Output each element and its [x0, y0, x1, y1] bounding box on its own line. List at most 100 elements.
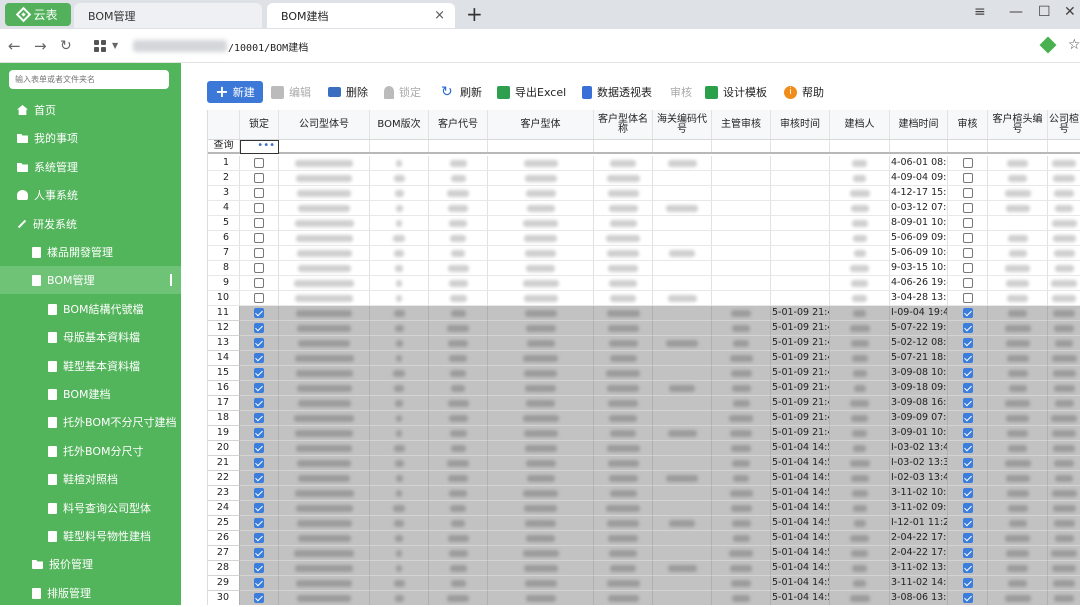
table-cell[interactable] — [1048, 171, 1080, 186]
table-cell[interactable] — [988, 561, 1048, 576]
audit-time-cell[interactable]: 5-01-04 14:5 — [771, 591, 830, 605]
table-cell[interactable] — [488, 576, 594, 591]
table-cell[interactable] — [240, 351, 279, 366]
created-time-cell[interactable]: 8-09-01 10:08 — [890, 216, 948, 231]
audit-time-cell[interactable]: 5-01-04 14:5 — [771, 471, 830, 486]
table-cell[interactable] — [653, 591, 712, 605]
table-cell[interactable] — [988, 321, 1048, 336]
audit-checkbox[interactable] — [962, 368, 973, 378]
table-cell[interactable] — [488, 426, 594, 441]
created-time-cell[interactable]: 4-09-04 09:28 — [890, 171, 948, 186]
close-window-icon[interactable]: ✕ — [1064, 4, 1076, 20]
table-cell[interactable] — [1048, 471, 1080, 486]
table-cell[interactable] — [240, 186, 279, 201]
table-row[interactable]: 17 5-01-09 21:4 3-09-08 16:5 — [208, 396, 1080, 411]
table-cell[interactable] — [830, 366, 890, 381]
table-cell[interactable] — [712, 411, 771, 426]
table-cell[interactable] — [988, 396, 1048, 411]
audit-checkbox[interactable] — [962, 443, 973, 453]
column-header[interactable]: 建档人 — [830, 110, 890, 139]
maximize-icon[interactable]: ☐ — [1038, 4, 1051, 20]
table-cell[interactable] — [948, 186, 988, 201]
table-cell[interactable] — [1048, 321, 1080, 336]
table-cell[interactable] — [488, 321, 594, 336]
table-cell[interactable] — [830, 486, 890, 501]
url-path[interactable]: /10001/BOM建档 — [228, 39, 308, 54]
table-cell[interactable] — [370, 411, 429, 426]
table-cell[interactable] — [653, 216, 712, 231]
table-row[interactable]: 6 5-06-09 09:00 — [208, 231, 1080, 246]
sidebar-item[interactable]: 母版基本資料檔 — [0, 323, 181, 351]
table-cell[interactable] — [240, 321, 279, 336]
table-cell[interactable] — [594, 486, 653, 501]
table-cell[interactable] — [712, 456, 771, 471]
table-cell[interactable] — [429, 336, 488, 351]
table-cell[interactable] — [240, 561, 279, 576]
table-cell[interactable] — [830, 261, 890, 276]
table-cell[interactable] — [948, 576, 988, 591]
table-row[interactable]: 18 5-01-09 21:4 3-09-09 07:4 — [208, 411, 1080, 426]
table-cell[interactable] — [488, 471, 594, 486]
lock-checkbox[interactable] — [254, 233, 264, 243]
table-cell[interactable] — [488, 456, 594, 471]
sidebar-item[interactable]: BOM建档 — [0, 380, 181, 408]
created-time-cell[interactable]: I-03-02 13:3 — [890, 456, 948, 471]
audit-checkbox[interactable] — [962, 308, 973, 318]
table-cell[interactable] — [830, 291, 890, 306]
table-cell[interactable] — [594, 561, 653, 576]
table-cell[interactable] — [653, 366, 712, 381]
table-cell[interactable] — [948, 336, 988, 351]
audit-checkbox[interactable] — [962, 413, 973, 423]
table-cell[interactable] — [594, 366, 653, 381]
table-cell[interactable] — [429, 501, 488, 516]
audit-time-cell[interactable]: 5-01-09 21:4 — [771, 336, 830, 351]
table-cell[interactable] — [653, 261, 712, 276]
table-cell[interactable] — [1048, 306, 1080, 321]
table-cell[interactable] — [370, 336, 429, 351]
table-cell[interactable] — [1048, 291, 1080, 306]
table-cell[interactable] — [712, 426, 771, 441]
column-header[interactable]: 锁定 — [240, 110, 279, 139]
audit-time-cell[interactable]: 5-01-09 21:4 — [771, 351, 830, 366]
sidebar-item[interactable]: 樣品開發管理 — [0, 238, 181, 266]
audit-checkbox[interactable] — [962, 533, 973, 543]
table-cell[interactable] — [240, 381, 279, 396]
table-cell[interactable] — [712, 306, 771, 321]
table-row[interactable]: 10 3-04-28 13:59 — [208, 291, 1080, 306]
table-cell[interactable] — [653, 396, 712, 411]
table-cell[interactable] — [370, 321, 429, 336]
lock-checkbox[interactable] — [254, 158, 264, 168]
audit-checkbox[interactable] — [962, 518, 973, 528]
table-cell[interactable] — [240, 261, 279, 276]
table-cell[interactable] — [429, 561, 488, 576]
table-cell[interactable] — [279, 216, 370, 231]
filter-cell[interactable] — [988, 140, 1048, 152]
audit-time-cell[interactable]: 5-01-09 21:4 — [771, 396, 830, 411]
table-cell[interactable] — [712, 366, 771, 381]
reload-icon[interactable]: ↻ — [60, 38, 72, 54]
sidebar-item[interactable]: 鞋型料号物性建档 — [0, 522, 181, 550]
audit-time-cell[interactable]: 5-01-04 14:5 — [771, 516, 830, 531]
lock-checkbox[interactable] — [254, 383, 264, 393]
filter-cell[interactable] — [279, 140, 370, 152]
column-header[interactable]: 审核时间 — [771, 110, 830, 139]
table-cell[interactable] — [948, 441, 988, 456]
table-cell[interactable] — [429, 396, 488, 411]
table-cell[interactable] — [948, 396, 988, 411]
table-cell[interactable] — [1048, 531, 1080, 546]
table-cell[interactable] — [712, 291, 771, 306]
table-cell[interactable] — [488, 201, 594, 216]
table-cell[interactable] — [830, 471, 890, 486]
table-cell[interactable] — [1048, 186, 1080, 201]
table-cell[interactable] — [279, 171, 370, 186]
column-header[interactable]: 客户型体 — [488, 110, 594, 139]
table-row[interactable]: 26 5-01-04 14:5 2-04-22 17:1 — [208, 531, 1080, 546]
table-cell[interactable] — [653, 516, 712, 531]
audit-time-cell[interactable] — [771, 201, 830, 216]
created-time-cell[interactable]: 3-09-09 07:4 — [890, 411, 948, 426]
table-cell[interactable] — [712, 501, 771, 516]
table-cell[interactable] — [830, 546, 890, 561]
table-cell[interactable] — [370, 441, 429, 456]
audit-checkbox[interactable] — [962, 263, 973, 273]
table-cell[interactable] — [240, 576, 279, 591]
